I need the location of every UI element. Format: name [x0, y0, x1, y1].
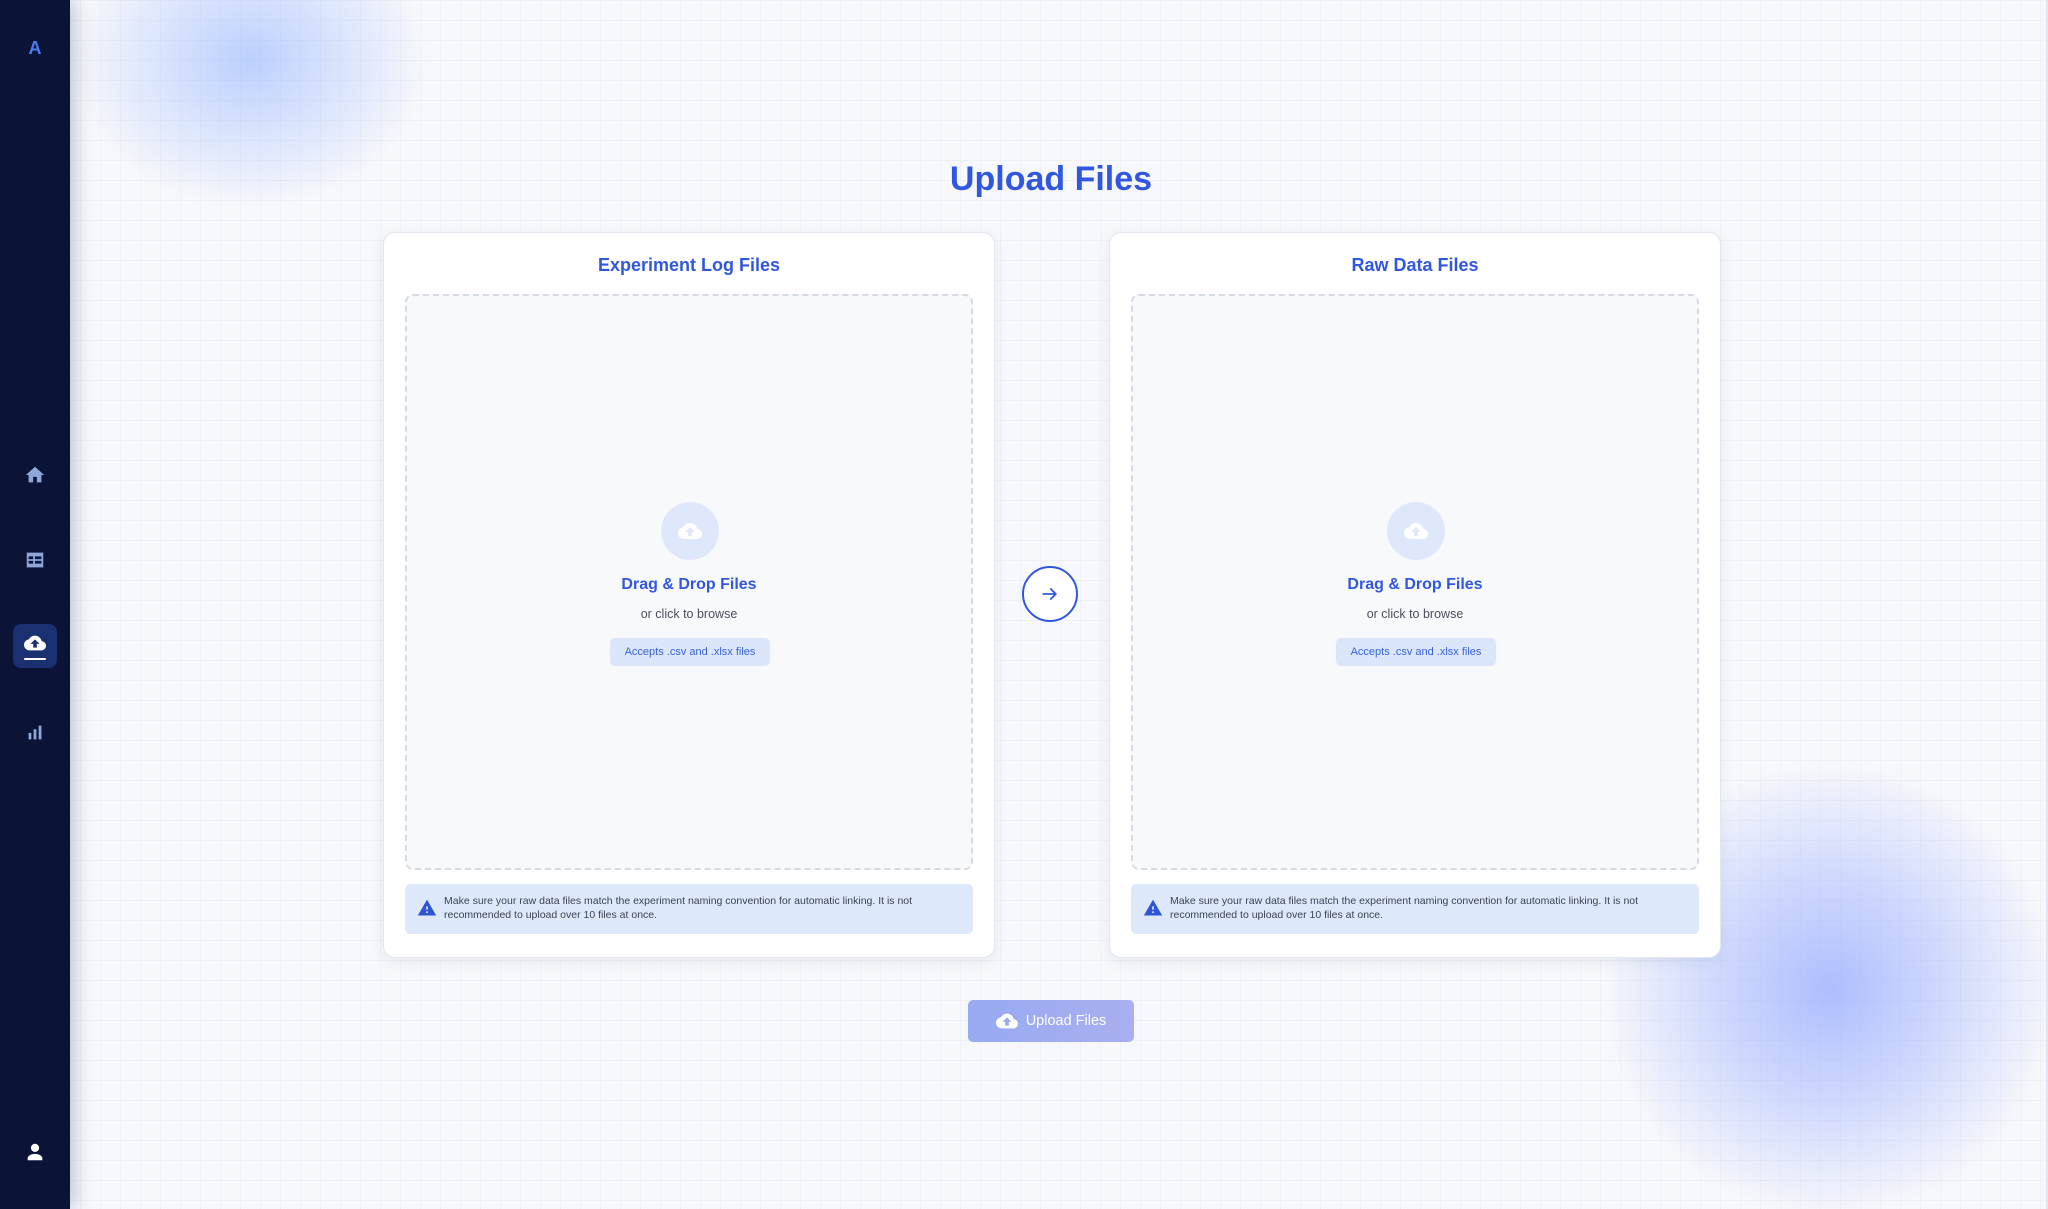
sidebar-item-home[interactable]	[13, 453, 57, 497]
experiment-log-dropzone[interactable]: Drag & Drop Files or click to browse Acc…	[405, 294, 973, 870]
dropzone-subtitle: or click to browse	[640, 607, 738, 621]
upload-icon-circle	[1387, 502, 1445, 560]
app-logo[interactable]: A	[15, 30, 55, 66]
cloud-upload-icon	[1404, 523, 1428, 539]
sidebar-item-user[interactable]	[13, 1130, 57, 1174]
notice-text: Make sure your raw data files match the …	[444, 895, 913, 921]
cloud-upload-icon	[678, 523, 702, 539]
arrow-right-icon	[1042, 588, 1057, 600]
naming-notice: Make sure your raw data files match the …	[1131, 884, 1699, 934]
raw-data-card: Raw Data Files Drag & Drop Files or clic…	[1109, 232, 1721, 958]
bar-chart-icon	[28, 725, 42, 740]
accepted-formats-badge: Accepts .csv and .xlsx files	[610, 638, 770, 666]
warning-icon	[417, 899, 437, 916]
raw-data-dropzone[interactable]: Drag & Drop Files or click to browse Acc…	[1131, 294, 1699, 870]
sidebar-item-upload[interactable]	[13, 624, 57, 668]
cloud-upload-icon	[995, 1013, 1018, 1029]
naming-notice: Make sure your raw data files match the …	[405, 884, 973, 934]
sidebar-item-analytics[interactable]	[13, 710, 57, 754]
upload-button-label: Upload Files	[1025, 1013, 1107, 1029]
user-icon	[27, 1143, 43, 1161]
experiment-log-card: Experiment Log Files Drag & Drop Files o…	[383, 232, 995, 958]
warning-icon	[1143, 899, 1163, 916]
dropzone-subtitle: or click to browse	[1366, 607, 1464, 621]
upload-files-button[interactable]: Upload Files	[968, 1000, 1134, 1042]
cloud-upload-icon	[24, 635, 46, 651]
dropzone-title: Drag & Drop Files	[1347, 576, 1483, 593]
sidebar-item-table[interactable]	[13, 538, 57, 582]
card-title: Experiment Log Files	[597, 255, 781, 275]
page-title: Upload Files	[949, 160, 1153, 198]
dropzone-title: Drag & Drop Files	[621, 576, 757, 593]
home-icon	[25, 466, 45, 483]
notice-text: Make sure your raw data files match the …	[1170, 895, 1639, 921]
upload-icon-circle	[661, 502, 719, 560]
next-arrow-button[interactable]	[1022, 566, 1078, 622]
card-title: Raw Data Files	[1351, 255, 1479, 275]
accepted-formats-badge: Accepts .csv and .xlsx files	[1336, 638, 1496, 666]
table-icon	[26, 552, 44, 568]
